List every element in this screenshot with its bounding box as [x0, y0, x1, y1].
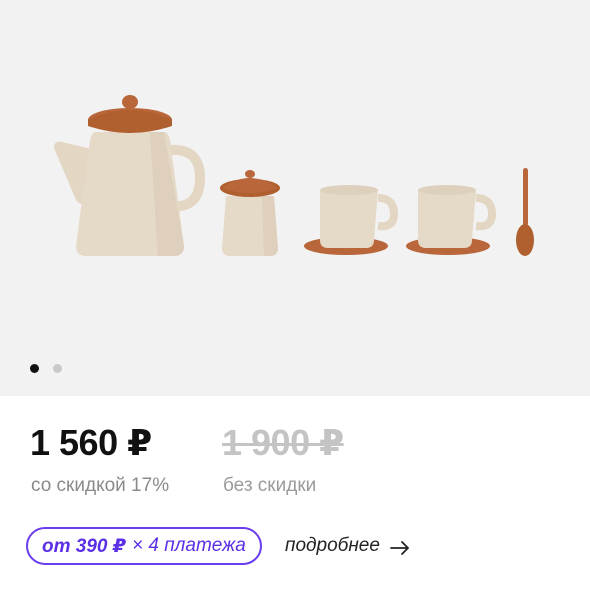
more-details-label: подробнее	[285, 535, 380, 556]
cup-1	[304, 185, 399, 255]
cup-2	[406, 185, 497, 255]
installment-amount: от 390 ₽	[42, 535, 126, 557]
old-price: 1 900 ₽	[222, 422, 344, 463]
discount-label: со скидкой 17%	[31, 475, 170, 496]
no-discount-label: без скидки	[223, 475, 317, 496]
spoon	[516, 168, 534, 256]
gallery-pagination	[30, 364, 62, 373]
gallery-dot-2[interactable]	[53, 364, 62, 373]
product-image-gallery[interactable]	[0, 0, 590, 396]
teapot	[54, 95, 206, 256]
installments-badge[interactable]: от 390 ₽ × 4 платежа	[26, 527, 262, 565]
installment-multiplier: × 4 платежа	[131, 535, 246, 556]
current-price: 1 560 ₽	[30, 422, 152, 463]
more-details-link[interactable]: подробнее	[285, 535, 410, 557]
arrow-right-icon	[390, 539, 410, 555]
gallery-dot-1[interactable]	[30, 364, 39, 373]
sugar-bowl	[220, 170, 280, 256]
product-image	[54, 95, 534, 256]
price-block: 1 560 ₽ 1 900 ₽ со скидкой 17% без скидк…	[0, 396, 590, 589]
